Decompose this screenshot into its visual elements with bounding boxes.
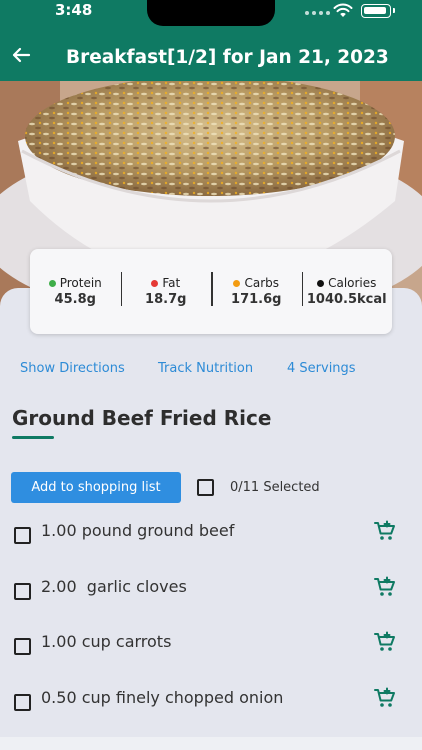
dynamic-island xyxy=(147,0,275,26)
servings-link[interactable]: 4 Servings xyxy=(287,361,356,376)
show-directions-link[interactable]: Show Directions xyxy=(20,361,125,376)
status-bar: 3:48 xyxy=(0,0,422,26)
add-cart-icon[interactable] xyxy=(373,575,397,599)
nutrient-carbs: Carbs 171.6g xyxy=(211,272,302,307)
page-title: Breakfast[1/2] for Jan 21, 2023 xyxy=(66,47,389,68)
arrow-left-icon[interactable] xyxy=(8,42,34,68)
nutrient-label: Calories xyxy=(328,276,377,290)
battery-icon xyxy=(361,4,395,18)
ingredient-text: 0.50 cup finely chopped onion xyxy=(41,688,284,707)
fat-dot-icon xyxy=(151,279,159,287)
selected-count: 0/11 Selected xyxy=(230,480,320,495)
add-cart-icon[interactable] xyxy=(373,519,397,543)
title-underline xyxy=(12,436,54,439)
calories-dot-icon xyxy=(317,279,325,287)
app-bar: Breakfast[1/2] for Jan 21, 2023 xyxy=(0,26,422,81)
nutrient-label: Protein xyxy=(59,276,102,290)
ingredient-checkbox[interactable] xyxy=(14,694,31,711)
ingredient-row: 0.50 cup finely chopped onion xyxy=(0,684,422,724)
ingredient-checkbox[interactable] xyxy=(14,638,31,655)
nutrient-fat: Fat 18.7g xyxy=(120,272,212,307)
nutrition-summary-card: Protein 45.8g Fat 18.7g Carbs 171.6g Cal… xyxy=(30,249,392,334)
ingredient-checkbox[interactable] xyxy=(14,583,31,600)
track-nutrition-link[interactable]: Track Nutrition xyxy=(158,361,253,376)
wifi-icon xyxy=(333,3,353,17)
ingredient-checkbox[interactable] xyxy=(14,527,31,544)
ingredient-row: 1.00 cup carrots xyxy=(0,628,422,668)
nutrient-label: Carbs xyxy=(244,276,280,290)
cellular-signal-icon xyxy=(305,11,330,15)
nutrient-value: 171.6g xyxy=(231,292,282,307)
recipe-title: Ground Beef Fried Rice xyxy=(12,406,272,430)
add-to-shopping-list-button[interactable]: Add to shopping list xyxy=(11,472,181,503)
add-cart-icon[interactable] xyxy=(373,686,397,710)
select-all-checkbox[interactable] xyxy=(197,479,214,496)
nutrient-value: 18.7g xyxy=(145,292,187,307)
status-time: 3:48 xyxy=(55,1,93,19)
nutrient-label: Fat xyxy=(162,276,181,290)
nutrient-value: 1040.5kcal xyxy=(306,292,387,307)
carbs-dot-icon xyxy=(233,279,241,287)
ingredient-row: 1.00 pound ground beef xyxy=(0,517,422,557)
ingredient-text: 1.00 pound ground beef xyxy=(41,521,235,540)
bottom-edge xyxy=(0,737,422,750)
protein-dot-icon xyxy=(48,279,56,287)
ingredient-text: 2.00 garlic cloves xyxy=(41,577,187,596)
nutrient-protein: Protein 45.8g xyxy=(30,276,121,307)
ingredient-row: 2.00 garlic cloves xyxy=(0,573,422,613)
nutrient-calories: Calories 1040.5kcal xyxy=(301,272,393,307)
ingredient-text: 1.00 cup carrots xyxy=(41,632,172,651)
add-cart-icon[interactable] xyxy=(373,630,397,654)
nutrient-value: 45.8g xyxy=(54,292,96,307)
